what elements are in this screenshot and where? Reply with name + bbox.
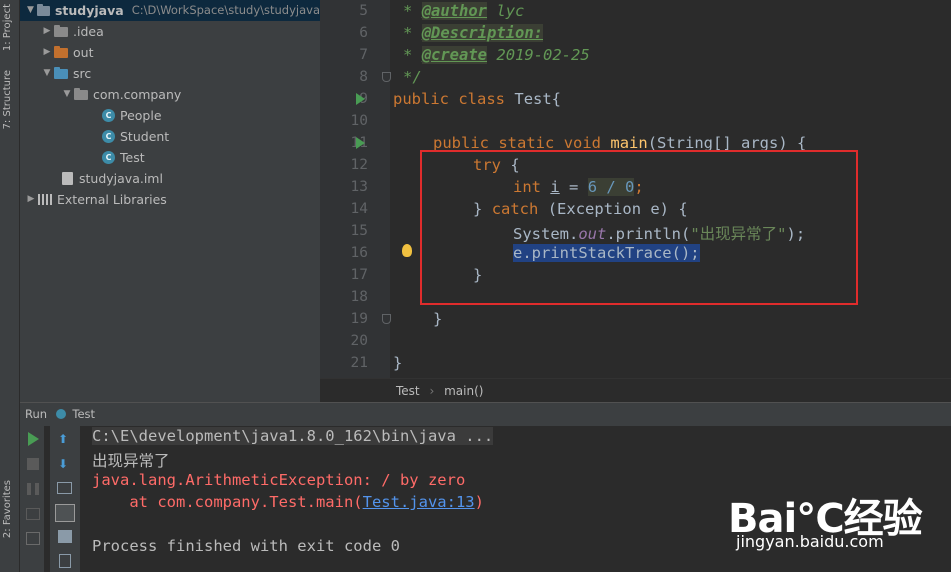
chevron-down-icon[interactable]: ▼ <box>40 63 54 84</box>
arrow-down-icon[interactable]: ⬇ <box>58 457 68 471</box>
rerun-icon[interactable] <box>28 432 39 446</box>
dump-threads-icon[interactable] <box>26 508 40 520</box>
module-file-icon <box>62 172 73 185</box>
run-main-icon[interactable] <box>356 137 365 149</box>
line-number: 7 <box>359 47 368 63</box>
favorites-tool-tab[interactable]: 2: Favorites <box>2 480 13 538</box>
pause-icon[interactable] <box>27 483 39 495</box>
line-number: 17 <box>350 267 368 283</box>
package-icon <box>74 87 88 100</box>
tree-item-label: src <box>73 66 92 81</box>
run-panel-header: Run Test <box>20 402 951 426</box>
project-tool-tab[interactable]: 1: Project <box>2 4 13 51</box>
tree-item-label: People <box>120 108 162 123</box>
line-number: 8 <box>359 69 368 85</box>
code-line-19: } <box>433 310 443 328</box>
line-number: 12 <box>350 157 368 173</box>
line-number: 20 <box>350 333 368 349</box>
exit-icon[interactable] <box>26 532 40 545</box>
tree-item-label: Test <box>120 150 145 165</box>
java-class-icon: C <box>102 130 115 143</box>
tree-item-label: External Libraries <box>57 192 167 207</box>
code-line-21: } <box>393 354 403 372</box>
root-path: C:\D\WorkSpace\study\studyjava <box>131 3 320 17</box>
tree-item-people[interactable]: C People <box>102 105 162 126</box>
tree-item-label: com.company <box>93 87 182 102</box>
breadcrumb: Test › main() <box>320 378 951 402</box>
folder-icon <box>54 24 68 37</box>
highlight-annotation-box <box>420 150 858 305</box>
tree-root-studyjava[interactable]: ▼ studyjava C:\D\WorkSpace\study\studyja… <box>20 0 320 21</box>
root-label: studyjava <box>54 3 124 18</box>
run-toolbar-secondary: ⬆ ⬇ <box>50 426 80 572</box>
chevron-down-icon[interactable]: ▼ <box>60 84 74 105</box>
tree-item-external-libraries[interactable]: ▶ External Libraries <box>20 189 167 210</box>
tree-item-label: out <box>73 45 94 60</box>
intention-bulb-icon[interactable] <box>402 244 412 257</box>
excluded-folder-icon <box>54 45 68 58</box>
breadcrumb-separator: › <box>429 384 435 398</box>
console-stacktrace-line: at com.company.Test.main(Test.java:13) <box>92 493 484 511</box>
tree-item-label: .idea <box>73 24 104 39</box>
scroll-to-end-icon[interactable] <box>55 504 75 522</box>
line-number: 16 <box>350 245 368 261</box>
soft-wrap-icon[interactable] <box>57 482 72 494</box>
run-class-icon[interactable] <box>356 93 365 105</box>
tree-item-src[interactable]: ▼ src <box>40 63 92 84</box>
run-panel-label[interactable]: Run <box>25 407 47 421</box>
breadcrumb-class[interactable]: Test <box>396 384 420 398</box>
run-toolbar-primary <box>20 426 44 572</box>
source-folder-icon <box>54 66 68 79</box>
tree-item-out[interactable]: ▶ out <box>40 42 94 63</box>
left-tool-strip: 1: Project 7: Structure 2: Favorites <box>0 0 20 572</box>
chevron-down-icon[interactable]: ▼ <box>24 0 37 21</box>
tree-item-label: studyjava.iml <box>79 171 163 186</box>
line-number: 19 <box>350 311 368 327</box>
line-number: 21 <box>350 355 368 371</box>
tree-item-iml[interactable]: studyjava.iml <box>62 168 163 189</box>
fold-marker-icon[interactable] <box>382 314 391 324</box>
java-class-icon: C <box>102 151 115 164</box>
breadcrumb-method[interactable]: main() <box>444 384 483 398</box>
code-line-9: public class Test{ <box>393 90 562 108</box>
stacktrace-source-link[interactable]: Test.java:13 <box>363 493 475 511</box>
print-icon[interactable] <box>58 530 72 543</box>
line-number: 13 <box>350 179 368 195</box>
arrow-up-icon[interactable]: ⬆ <box>58 432 68 446</box>
line-number: 14 <box>350 201 368 217</box>
tree-item-label: Student <box>120 129 170 144</box>
structure-tool-tab[interactable]: 7: Structure <box>2 70 13 129</box>
run-config-icon <box>55 409 66 419</box>
tree-item-idea[interactable]: ▶ .idea <box>40 21 104 42</box>
line-number: 5 <box>359 3 368 19</box>
code-line-6: * @Description: <box>403 24 544 42</box>
line-number: 15 <box>350 223 368 239</box>
chevron-right-icon[interactable]: ▶ <box>40 21 54 42</box>
tree-item-student[interactable]: C Student <box>102 126 169 147</box>
module-folder-icon <box>36 3 50 16</box>
fold-marker-icon[interactable] <box>382 72 391 82</box>
line-number: 6 <box>359 25 368 41</box>
tree-item-test[interactable]: C Test <box>102 147 145 168</box>
java-class-icon: C <box>102 109 115 122</box>
stop-icon[interactable] <box>27 458 39 470</box>
line-number: 10 <box>350 113 368 129</box>
trash-icon[interactable] <box>59 554 71 568</box>
tree-item-package[interactable]: ▼ com.company <box>60 84 182 105</box>
run-config-name[interactable]: Test <box>72 407 95 421</box>
code-line-5: * @author lyc <box>403 2 525 20</box>
console-stdout-line: 出现异常了 <box>92 452 170 470</box>
console-exit-line: Process finished with exit code 0 <box>92 537 400 555</box>
project-panel: ▼ studyjava C:\D\WorkSpace\study\studyja… <box>20 0 320 402</box>
code-line-8: */ <box>403 68 422 86</box>
line-number: 18 <box>350 289 368 305</box>
libraries-icon <box>38 194 52 205</box>
console-exception-line: java.lang.ArithmeticException: / by zero <box>92 471 466 489</box>
code-line-7: * @create 2019-02-25 <box>403 46 590 64</box>
chevron-right-icon[interactable]: ▶ <box>40 42 54 63</box>
chevron-right-icon[interactable]: ▶ <box>24 189 38 210</box>
console-command-line: C:\E\development\java1.8.0_162\bin\java … <box>92 427 494 445</box>
console-output[interactable]: C:\E\development\java1.8.0_162\bin\java … <box>80 426 951 572</box>
